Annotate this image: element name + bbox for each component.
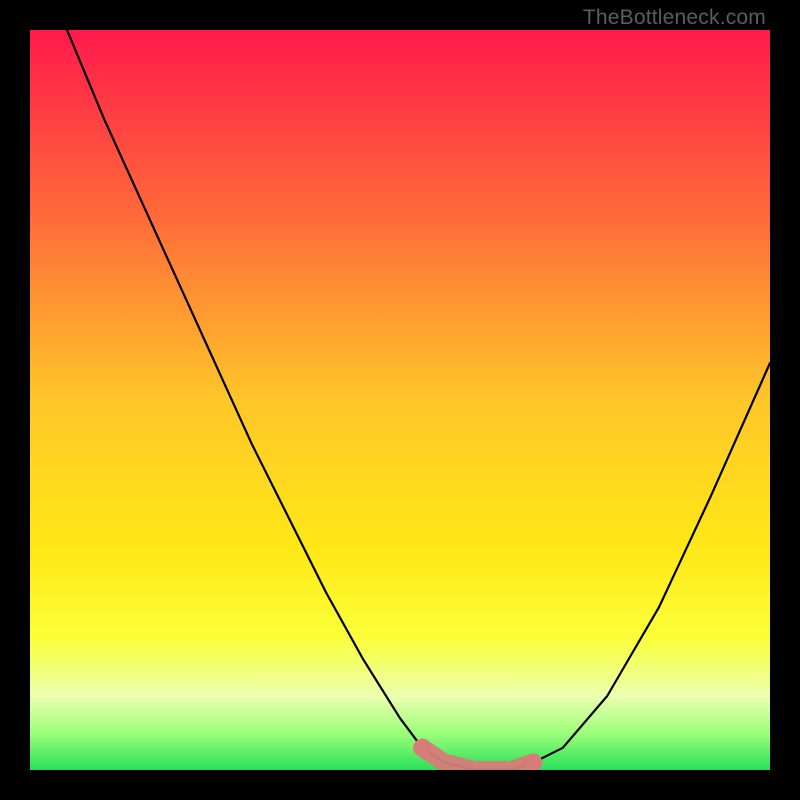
watermark-label: TheBottleneck.com <box>583 6 766 30</box>
chart-frame: TheBottleneck.com <box>0 0 800 800</box>
plot-area <box>30 30 770 770</box>
bottleneck-curve <box>30 30 770 770</box>
